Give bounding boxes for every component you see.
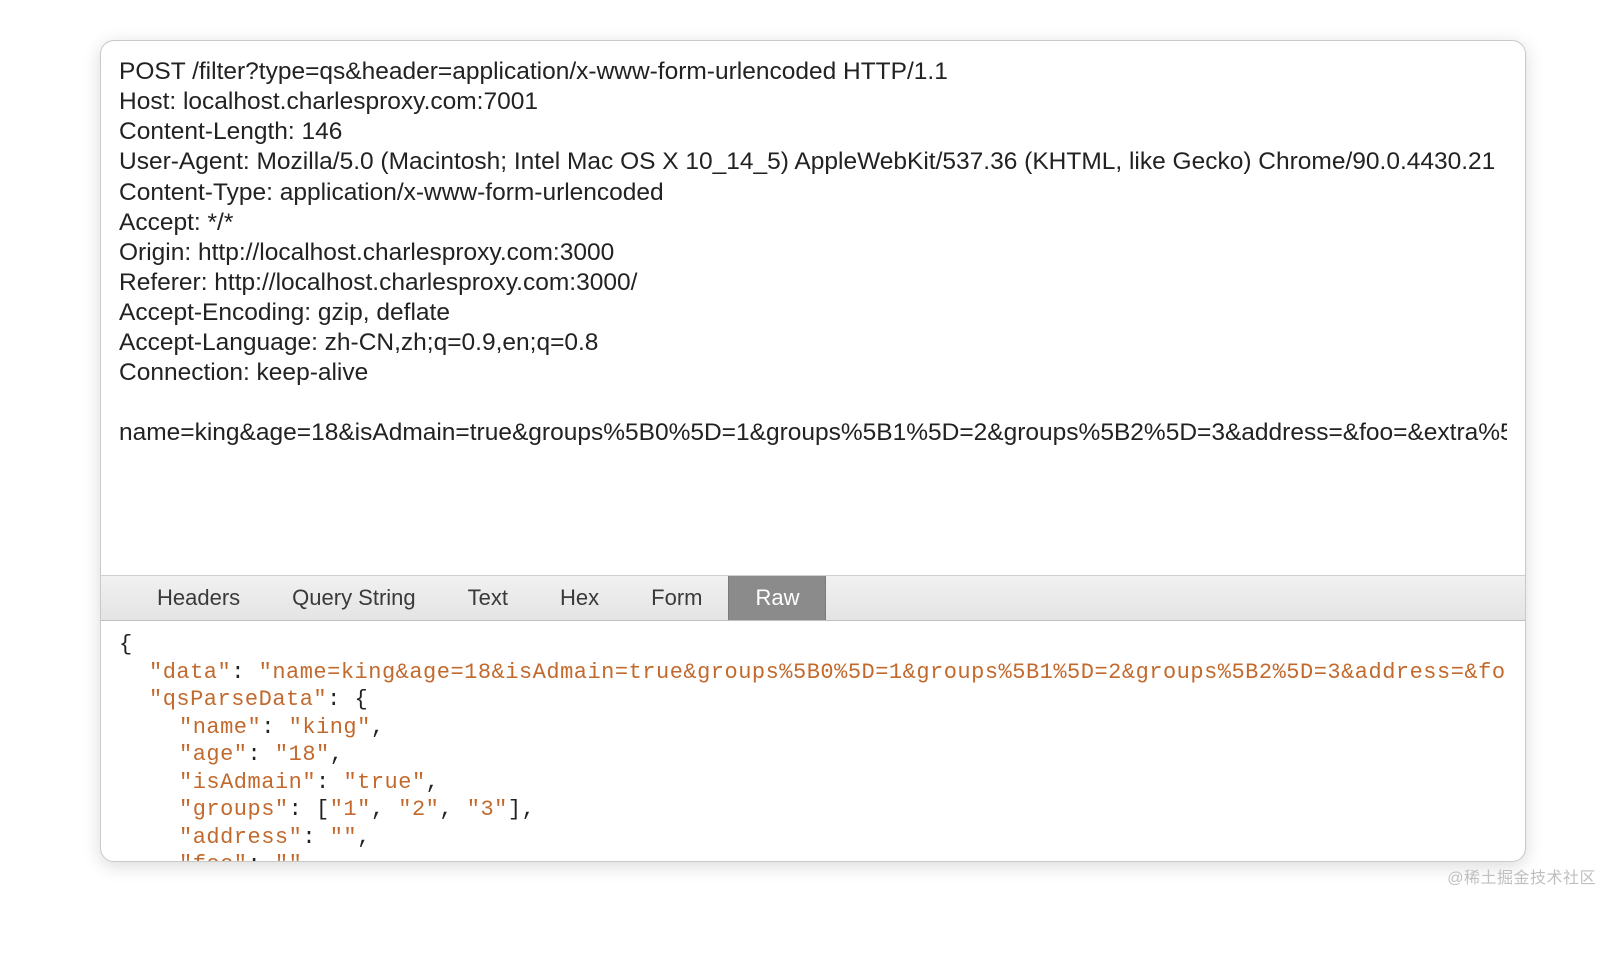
tab-label: Hex bbox=[560, 585, 599, 611]
tab-hex[interactable]: Hex bbox=[534, 576, 625, 620]
tab-text[interactable]: Text bbox=[442, 576, 534, 620]
header-accept-language: Accept-Language: zh-CN,zh;q=0.9,en;q=0.8 bbox=[119, 328, 1507, 358]
header-accept: Accept: */* bbox=[119, 208, 1507, 238]
raw-request-pane[interactable]: POST /filter?type=qs&header=application/… bbox=[101, 41, 1525, 575]
json-field-isadmain: "isAdmain": "true", bbox=[119, 769, 1507, 797]
tab-label: Headers bbox=[157, 585, 240, 611]
tab-form[interactable]: Form bbox=[625, 576, 728, 620]
view-tabbar: Headers Query String Text Hex Form Raw bbox=[101, 575, 1525, 621]
tab-label: Raw bbox=[755, 585, 799, 611]
header-host: Host: localhost.charlesproxy.com:7001 bbox=[119, 87, 1507, 117]
tab-headers[interactable]: Headers bbox=[131, 576, 266, 620]
tab-label: Text bbox=[468, 585, 508, 611]
json-field-foo: "foo": "", bbox=[119, 851, 1507, 861]
header-content-length: Content-Length: 146 bbox=[119, 117, 1507, 147]
header-content-type: Content-Type: application/x-www-form-url… bbox=[119, 178, 1507, 208]
json-open-brace: { bbox=[119, 631, 1507, 659]
watermark: @稀土掘金技术社区 bbox=[1447, 864, 1596, 888]
header-connection: Connection: keep-alive bbox=[119, 358, 1507, 388]
request-line: POST /filter?type=qs&header=application/… bbox=[119, 57, 1507, 87]
tab-raw[interactable]: Raw bbox=[728, 576, 826, 620]
json-field-address: "address": "", bbox=[119, 824, 1507, 852]
json-field-age: "age": "18", bbox=[119, 741, 1507, 769]
header-accept-encoding: Accept-Encoding: gzip, deflate bbox=[119, 298, 1507, 328]
tab-query-string[interactable]: Query String bbox=[266, 576, 442, 620]
proxy-session-window: POST /filter?type=qs&header=application/… bbox=[100, 40, 1526, 862]
header-referer: Referer: http://localhost.charlesproxy.c… bbox=[119, 268, 1507, 298]
header-user-agent: User-Agent: Mozilla/5.0 (Macintosh; Inte… bbox=[119, 147, 1507, 177]
json-field-groups: "groups": ["1", "2", "3"], bbox=[119, 796, 1507, 824]
request-body: name=king&age=18&isAdmain=true&groups%5B… bbox=[119, 418, 1507, 448]
response-json-pane[interactable]: { "data": "name=king&age=18&isAdmain=tru… bbox=[101, 621, 1525, 861]
json-field-name: "name": "king", bbox=[119, 714, 1507, 742]
json-data-line: "data": "name=king&age=18&isAdmain=true&… bbox=[119, 659, 1507, 687]
tab-label: Query String bbox=[292, 585, 416, 611]
header-origin: Origin: http://localhost.charlesproxy.co… bbox=[119, 238, 1507, 268]
json-qsparse-open: "qsParseData": { bbox=[119, 686, 1507, 714]
blank-line bbox=[119, 388, 1507, 418]
tab-label: Form bbox=[651, 585, 702, 611]
